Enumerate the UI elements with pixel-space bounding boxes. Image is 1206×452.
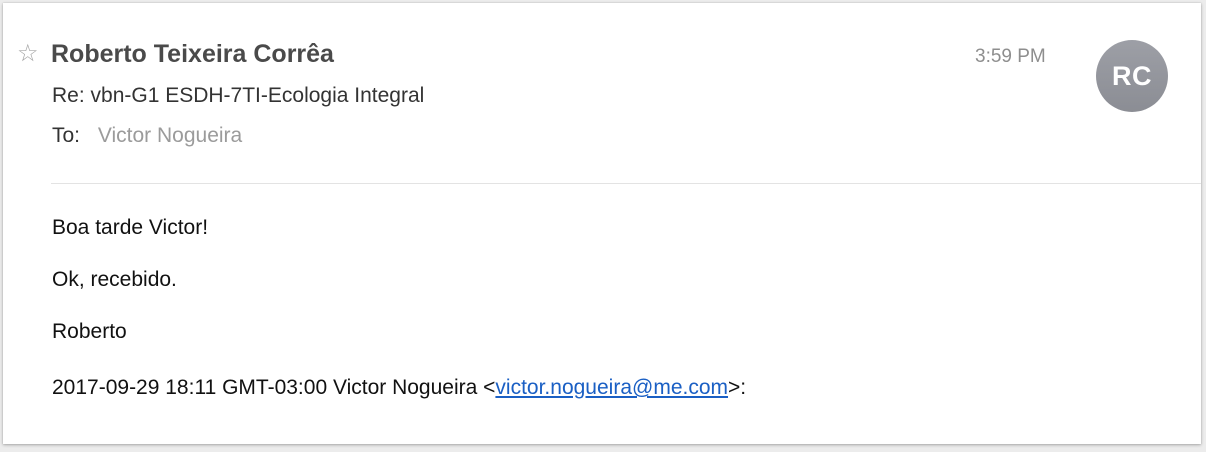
star-icon[interactable]: ☆ xyxy=(17,39,39,67)
quoted-header-suffix: >: xyxy=(728,376,747,399)
received-time: 3:59 PM xyxy=(975,46,1046,67)
recipient-name[interactable]: Victor Nogueira xyxy=(98,124,242,147)
sender-avatar: RC xyxy=(1096,40,1168,112)
header-divider xyxy=(51,183,1201,184)
recipient-row: To: Victor Nogueira xyxy=(52,123,242,149)
email-message-card: ☆ Roberto Teixeira Corrêa Re: vbn-G1 ESD… xyxy=(3,3,1201,444)
email-subject: Re: vbn-G1 ESDH-7TI-Ecologia Integral xyxy=(52,84,425,107)
quoted-header: 2017-09-29 18:11 GMT-03:00 Victor Noguei… xyxy=(52,375,746,401)
body-greeting: Boa tarde Victor! xyxy=(52,216,209,239)
sender-name[interactable]: Roberto Teixeira Corrêa xyxy=(51,39,334,69)
body-signature: Roberto xyxy=(52,320,127,343)
sender-email-link[interactable]: victor.nogueira@me.com xyxy=(495,376,728,399)
quoted-header-prefix: 2017-09-29 18:11 GMT-03:00 Victor Noguei… xyxy=(52,376,496,399)
body-line: Ok, recebido. xyxy=(52,268,177,291)
to-label: To: xyxy=(52,124,81,147)
